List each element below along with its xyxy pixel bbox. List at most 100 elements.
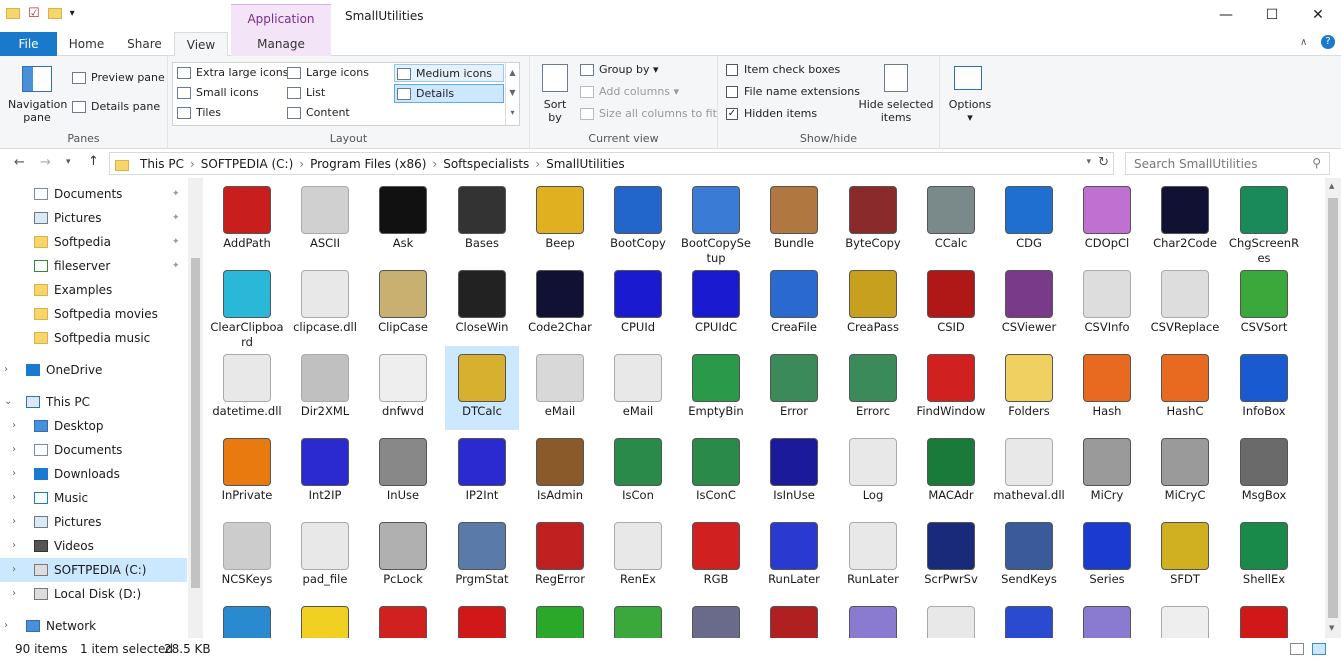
file-item[interactable]: RunLater xyxy=(757,514,831,598)
nav-item[interactable]: Pictures ✦ xyxy=(0,206,187,230)
file-item[interactable] xyxy=(1148,598,1222,638)
nav-item[interactable]: › Pictures xyxy=(0,510,187,534)
file-item[interactable]: IsCon xyxy=(601,430,675,514)
file-item[interactable]: SFDT xyxy=(1148,514,1222,598)
file-item[interactable]: IsAdmin xyxy=(523,430,597,514)
nav-item[interactable]: fileserver ✦ xyxy=(0,254,187,278)
file-item[interactable]: Error xyxy=(757,346,831,430)
expand-chevron-icon[interactable]: › xyxy=(12,462,16,486)
breadcrumb-item[interactable]: This PC xyxy=(140,157,184,171)
file-item[interactable] xyxy=(1227,598,1301,638)
file-item[interactable] xyxy=(601,598,675,638)
file-item[interactable]: matheval.dll xyxy=(992,430,1066,514)
tab-home[interactable]: Home xyxy=(58,32,115,56)
pin-icon[interactable]: ✦ xyxy=(172,230,180,254)
expand-chevron-icon[interactable]: › xyxy=(12,582,16,606)
nav-item[interactable]: › OneDrive xyxy=(0,358,187,382)
file-item[interactable]: NCSKeys xyxy=(210,514,284,598)
file-item[interactable] xyxy=(1070,598,1144,638)
file-item[interactable]: Hash xyxy=(1070,346,1144,430)
properties-icon[interactable]: ☑ xyxy=(28,6,40,21)
pin-icon[interactable]: ✦ xyxy=(172,254,180,278)
file-item[interactable]: CDG xyxy=(992,178,1066,262)
file-item[interactable]: Log xyxy=(836,430,910,514)
breadcrumb-separator-icon[interactable]: › xyxy=(432,157,437,171)
file-item[interactable]: ShellEx xyxy=(1227,514,1301,598)
file-item[interactable]: pad_file xyxy=(288,514,362,598)
breadcrumb-item[interactable]: SOFTPEDIA (C:) xyxy=(201,157,294,171)
back-arrow-icon[interactable]: ← xyxy=(14,155,25,170)
file-item[interactable]: InUse xyxy=(366,430,440,514)
file-item[interactable]: CreaFile xyxy=(757,262,831,346)
file-item[interactable]: Code2Char xyxy=(523,262,597,346)
breadcrumb-separator-icon[interactable]: › xyxy=(535,157,540,171)
file-item[interactable]: CPUId xyxy=(601,262,675,346)
file-item[interactable]: CSVReplace xyxy=(1148,262,1222,346)
maximize-button[interactable]: ☐ xyxy=(1249,0,1295,30)
expand-chevron-icon[interactable]: › xyxy=(12,486,16,510)
tab-view[interactable]: View xyxy=(174,32,228,57)
file-item[interactable]: datetime.dll xyxy=(210,346,284,430)
file-item[interactable]: Dir2XML xyxy=(288,346,362,430)
file-item[interactable]: MsgBox xyxy=(1227,430,1301,514)
file-item[interactable]: RenEx xyxy=(601,514,675,598)
file-item[interactable] xyxy=(914,598,988,638)
address-dropdown-icon[interactable]: ▾ xyxy=(1086,157,1091,167)
list-option[interactable]: List xyxy=(287,86,325,99)
file-item[interactable]: Char2Code xyxy=(1148,178,1222,262)
content-scrollbar-thumb[interactable] xyxy=(1328,198,1338,618)
details-pane-button[interactable]: Details pane xyxy=(72,100,160,113)
file-item[interactable] xyxy=(210,598,284,638)
item-check-boxes-checkbox[interactable] xyxy=(726,64,738,76)
content-scrollbar[interactable]: ▲ ▼ xyxy=(1325,178,1341,638)
file-item[interactable]: Errorc xyxy=(836,346,910,430)
expand-chevron-icon[interactable]: › xyxy=(4,358,8,382)
help-icon[interactable]: ? xyxy=(1321,35,1335,49)
file-item[interactable]: ClearClipboard xyxy=(210,262,284,349)
nav-item[interactable]: Softpedia ✦ xyxy=(0,230,187,254)
file-item[interactable]: CSID xyxy=(914,262,988,346)
nav-item[interactable]: Softpedia movies xyxy=(0,302,187,326)
file-item[interactable]: CPUIdC xyxy=(679,262,753,346)
file-item[interactable]: CCalc xyxy=(914,178,988,262)
tiles-option[interactable]: Tiles xyxy=(177,106,221,119)
options-button[interactable]: Options ▾ xyxy=(944,98,996,124)
file-item[interactable] xyxy=(523,598,597,638)
file-item[interactable]: MiCryC xyxy=(1148,430,1222,514)
close-button[interactable]: ✕ xyxy=(1295,0,1341,30)
preview-pane-button[interactable]: Preview pane xyxy=(72,71,165,84)
nav-item[interactable]: › Network xyxy=(0,614,187,638)
tab-manage[interactable]: Manage xyxy=(231,32,331,56)
expand-chevron-icon[interactable]: › xyxy=(12,558,16,582)
file-item[interactable]: CDOpCl xyxy=(1070,178,1144,262)
scroll-down-icon[interactable]: ▼ xyxy=(1329,624,1334,632)
file-item[interactable]: ASCII xyxy=(288,178,362,262)
file-item[interactable]: IsInUse xyxy=(757,430,831,514)
nav-item[interactable]: › Videos xyxy=(0,534,187,558)
file-item[interactable]: MACAdr xyxy=(914,430,988,514)
file-item[interactable]: ByteCopy xyxy=(836,178,910,262)
minimize-button[interactable]: — xyxy=(1203,0,1249,30)
file-item[interactable]: SendKeys xyxy=(992,514,1066,598)
hide-selected-items-button[interactable]: Hide selected items xyxy=(858,98,934,124)
file-item[interactable]: BootCopySetup xyxy=(679,178,753,265)
scroll-up-icon[interactable]: ▲ xyxy=(1329,182,1334,190)
item-check-boxes-toggle[interactable]: Item check boxes xyxy=(726,63,840,76)
file-item[interactable]: ChgScreenRes xyxy=(1227,178,1301,265)
address-box[interactable]: This PC › SOFTPEDIA (C:) › Program Files (x8… xyxy=(109,152,1114,175)
file-item[interactable]: eMail xyxy=(601,346,675,430)
expand-chevron-icon[interactable]: › xyxy=(12,414,16,438)
file-item[interactable]: clipcase.dll xyxy=(288,262,362,346)
breadcrumb-item[interactable]: Program Files (x86) xyxy=(310,157,426,171)
nav-item[interactable]: › Music xyxy=(0,486,187,510)
nav-item[interactable]: › Documents xyxy=(0,438,187,462)
nav-item[interactable]: › Downloads xyxy=(0,462,187,486)
file-item[interactable]: InfoBox xyxy=(1227,346,1301,430)
nav-item[interactable]: Documents ✦ xyxy=(0,182,187,206)
expand-chevron-icon[interactable]: ⌄ xyxy=(4,390,12,414)
refresh-icon[interactable]: ↻ xyxy=(1098,155,1109,170)
file-item[interactable] xyxy=(288,598,362,638)
file-item[interactable] xyxy=(757,598,831,638)
nav-item[interactable]: Softpedia music xyxy=(0,326,187,350)
file-item[interactable]: CSVInfo xyxy=(1070,262,1144,346)
